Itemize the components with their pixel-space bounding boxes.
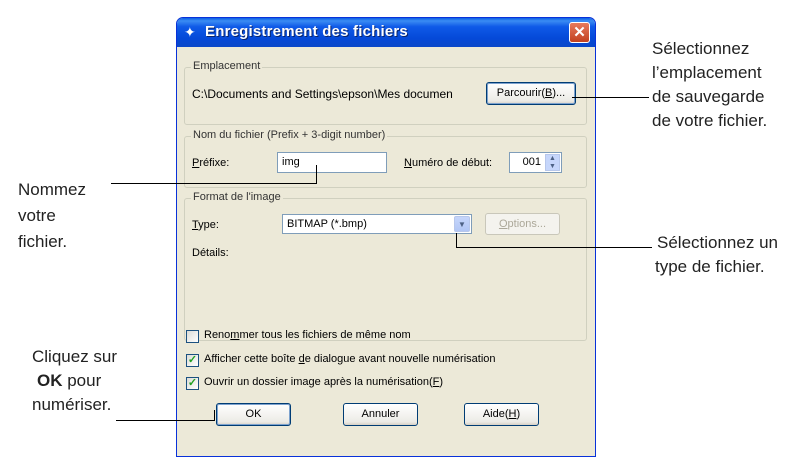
spin-down-icon[interactable]: ▼ [546, 163, 559, 171]
rename-all-checkbox[interactable] [186, 330, 199, 343]
callout-line-type-v [456, 233, 457, 248]
callout-location: Sélectionnez l’emplacement de sauvegarde… [652, 37, 767, 133]
callout-line-ok-v [214, 410, 215, 421]
callout-name-file-line-1: Nommez [18, 180, 87, 199]
open-folder-pre: Ouvrir un dossier image après la numéris… [204, 376, 433, 388]
browse-button[interactable]: Parcourir(B)... [486, 82, 576, 105]
show-dialog-checkbox[interactable]: ✓ [186, 354, 199, 367]
callout-location-line-1: Sélectionnez [652, 39, 750, 58]
filename-group: Nom du fichier (Prefix + 3-digit number)… [184, 129, 587, 188]
browse-label-pre: Parcourir( [496, 87, 546, 99]
options-label-key: O [498, 218, 508, 230]
spin-up-icon[interactable]: ▲ [546, 155, 559, 163]
callout-line-location [572, 97, 649, 98]
open-folder-label: Ouvrir un dossier image après la numéris… [204, 376, 443, 388]
dialog-title: Enregistrement des fichiers [205, 23, 408, 40]
callout-type-line-2: type de fichier. [655, 257, 765, 276]
callout-click-ok-line-2-rest: pour [62, 371, 102, 390]
close-button[interactable]: ✕ [569, 22, 590, 43]
callout-location-line-2: l’emplacement [652, 63, 762, 82]
start-number-value: 001 [522, 156, 541, 168]
type-select[interactable]: BITMAP (*.bmp) ▼ [282, 214, 472, 234]
rename-all-label: Renommer tous les fichiers de même nom [204, 329, 411, 341]
callout-type: Sélectionnez un type de fichier. [655, 231, 778, 279]
callout-type-line-1: Sélectionnez un [657, 233, 778, 252]
callout-name-file-line-2: votre [18, 206, 56, 225]
options-button[interactable]: Options... [485, 213, 560, 235]
save-files-dialog: ✦ Enregistrement des fichiers ✕ Emplacem… [176, 17, 596, 457]
title-bar[interactable]: ✦ Enregistrement des fichiers ✕ [177, 18, 595, 47]
options-label-rest: ptions... [507, 218, 547, 230]
start-number-label: Numéro de début: [404, 157, 492, 169]
rename-all-pre: Reno [204, 329, 231, 341]
callout-line-type-h [456, 247, 652, 248]
location-path: C:\Documents and Settings\epson\Mes docu… [192, 87, 453, 101]
help-button[interactable]: Aide(H) [464, 403, 539, 426]
show-dialog-pre: Afficher cette boîte [204, 353, 299, 365]
callout-line-name-file-v [316, 165, 317, 184]
start-number-label-key: N [404, 157, 412, 169]
callout-name-file: Nommez votre fichier. [18, 177, 86, 255]
start-number-input[interactable]: 001 ▲ ▼ [509, 152, 562, 173]
callout-location-line-4: de votre fichier. [652, 111, 768, 130]
ok-button[interactable]: OK [216, 403, 291, 426]
callout-ok-bold: OK [37, 371, 63, 390]
prefix-label-rest: réfixe: [199, 157, 230, 169]
format-group: Format de l'image Type: BITMAP (*.bmp) ▼… [184, 191, 587, 341]
show-dialog-post: e dialogue avant nouvelle numérisation [304, 353, 496, 365]
help-label-pre: Aide( [482, 408, 509, 420]
filename-legend: Nom du fichier (Prefix + 3-digit number) [191, 129, 388, 141]
callout-line-ok-h [116, 420, 215, 421]
type-label: Type: [192, 219, 219, 231]
open-folder-post: ) [439, 376, 444, 388]
callout-location-line-3: de sauvegarde [652, 87, 765, 106]
prefix-input[interactable]: img [277, 152, 387, 173]
open-folder-checkbox[interactable]: ✓ [186, 377, 199, 390]
location-legend: Emplacement [191, 60, 263, 72]
callout-click-ok-line-2: OK pour [37, 369, 117, 393]
scanner-icon: ✦ [184, 24, 196, 40]
start-number-label-rest: uméro de début: [411, 157, 493, 169]
callout-line-name-file-h [111, 183, 317, 184]
help-label-post: ) [516, 408, 521, 420]
show-dialog-label: Afficher cette boîte de dialogue avant n… [204, 353, 496, 365]
prefix-label: Préfixe: [192, 157, 229, 169]
start-number-spinner[interactable]: ▲ ▼ [545, 154, 560, 171]
format-legend: Format de l'image [191, 191, 283, 203]
browse-label-post: )... [552, 87, 566, 99]
callout-click-ok: Cliquez sur OK pour numériser. [15, 345, 117, 417]
callout-click-ok-line-3: numériser. [32, 395, 112, 414]
type-label-rest: ype: [198, 219, 219, 231]
callout-name-file-line-3: fichier. [18, 232, 68, 251]
rename-all-post: mer tous les fichiers de même nom [239, 329, 411, 341]
location-group: Emplacement C:\Documents and Settings\ep… [184, 60, 587, 125]
cancel-button[interactable]: Annuler [343, 403, 418, 426]
type-select-value: BITMAP (*.bmp) [287, 218, 367, 230]
callout-click-ok-line-1: Cliquez sur [32, 347, 118, 366]
details-label: Détails: [192, 247, 229, 259]
chevron-down-icon[interactable]: ▼ [454, 216, 470, 232]
